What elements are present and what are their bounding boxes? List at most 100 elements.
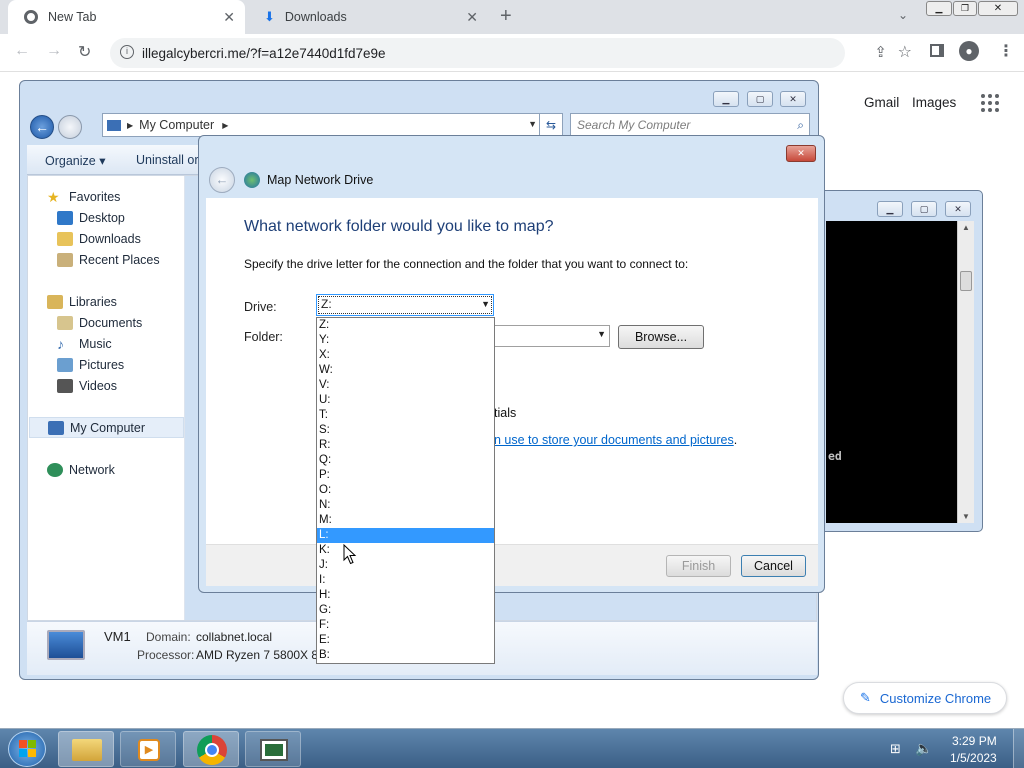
address-bar[interactable]: i illegalcybercri.me/?f=a12e7440d1fd7e9e… — [110, 38, 912, 68]
drive-option[interactable]: O: — [317, 483, 494, 498]
nav-network[interactable]: Network — [47, 459, 115, 480]
chevron-down-icon[interactable]: ▼ — [481, 295, 490, 314]
back-icon[interactable]: ← — [30, 115, 54, 139]
nav-documents[interactable]: Documents — [57, 312, 142, 333]
browse-button[interactable]: Browse... — [618, 325, 704, 349]
drive-option[interactable]: P: — [317, 468, 494, 483]
drive-option[interactable]: M: — [317, 513, 494, 528]
drive-option[interactable]: Z: — [317, 318, 494, 333]
search-input[interactable]: Search My Computer ⌕ — [570, 113, 810, 137]
scroll-down-icon[interactable]: ▼ — [962, 512, 970, 521]
apps-grid-icon[interactable] — [981, 94, 999, 112]
finish-button[interactable]: Finish — [666, 555, 731, 577]
close-icon[interactable]: ✕ — [780, 91, 806, 107]
close-tab-icon[interactable]: ✕ — [223, 9, 235, 26]
drive-option[interactable]: H: — [317, 588, 494, 603]
new-tab-icon[interactable]: + — [500, 5, 512, 28]
music-icon: ♪ — [57, 335, 64, 352]
scroll-thumb[interactable] — [960, 271, 972, 291]
nav-music[interactable]: ♪ Music — [57, 333, 112, 354]
taskbar-explorer-button[interactable] — [58, 731, 114, 767]
drive-option[interactable]: Q: — [317, 453, 494, 468]
drive-option[interactable]: Y: — [317, 333, 494, 348]
browser-toolbar: ← → ↻ i illegalcybercri.me/?f=a12e7440d1… — [0, 34, 1024, 72]
drive-option[interactable]: U: — [317, 393, 494, 408]
gmail-link[interactable]: Gmail — [864, 95, 899, 110]
close-tab-icon[interactable]: ✕ — [466, 9, 478, 26]
credentials-checkbox-label[interactable]: tials — [494, 406, 516, 420]
documents-icon — [57, 315, 73, 330]
drive-dropdown-list[interactable]: Z: Y: X: W: V: U: T: S: R: Q: P: O: N: M: L: K: J: I: H: G:… — [316, 317, 495, 664]
share-icon[interactable]: ⇪ — [874, 43, 887, 61]
nav-libraries[interactable]: Libraries — [47, 291, 117, 312]
nav-videos[interactable]: Videos — [57, 375, 117, 396]
drive-option[interactable]: G: — [317, 603, 494, 618]
clock-date[interactable]: 1/5/2023 — [950, 751, 997, 765]
drive-option[interactable]: V: — [317, 378, 494, 393]
start-button[interactable] — [8, 731, 46, 767]
images-link[interactable]: Images — [912, 95, 956, 110]
breadcrumb[interactable]: My Computer — [139, 118, 214, 132]
minimize-icon[interactable]: ▁ — [877, 201, 903, 217]
close-icon[interactable]: ✕ — [945, 201, 971, 217]
cancel-button[interactable]: Cancel — [741, 555, 806, 577]
maximize-icon[interactable]: ▢ — [747, 91, 773, 107]
drive-option[interactable]: X: — [317, 348, 494, 363]
close-window-icon[interactable]: ✕ — [978, 1, 1018, 16]
taskbar-chrome-button[interactable] — [183, 731, 239, 767]
drive-option[interactable]: S: — [317, 423, 494, 438]
clock-time[interactable]: 3:29 PM — [952, 734, 997, 748]
bookmark-star-icon[interactable]: ☆ — [898, 42, 912, 62]
menu-kebab-icon[interactable]: ⋮ — [998, 41, 1014, 61]
drive-option[interactable]: R: — [317, 438, 494, 453]
chevron-down-icon[interactable]: ▼ — [597, 329, 606, 339]
dialog-footer: Finish Cancel — [206, 544, 818, 586]
uninstall-button[interactable]: Uninstall or — [136, 153, 199, 167]
chevron-down-icon[interactable]: ▼ — [528, 119, 537, 129]
network-tray-icon[interactable]: ⊞ — [890, 741, 901, 757]
back-icon[interactable]: ← — [209, 167, 235, 193]
drive-option[interactable]: F: — [317, 618, 494, 633]
drive-option[interactable]: E: — [317, 633, 494, 648]
taskbar-console-button[interactable] — [245, 731, 301, 767]
nav-desktop[interactable]: Desktop — [57, 207, 125, 228]
drive-option[interactable]: B: — [317, 648, 494, 663]
minimize-icon[interactable]: ▁ — [713, 91, 739, 107]
drive-select[interactable]: Z: ▼ — [316, 294, 494, 316]
close-icon[interactable]: ✕ — [786, 145, 816, 162]
customize-chrome-button[interactable]: ✎ Customize Chrome — [843, 682, 1007, 714]
search-placeholder: Search My Computer — [577, 118, 691, 132]
forward-icon[interactable]: → — [46, 42, 62, 60]
refresh-icon[interactable]: ⇆ — [539, 113, 563, 137]
drive-option[interactable]: T: — [317, 408, 494, 423]
profile-icon[interactable]: ● — [959, 41, 979, 61]
volume-icon[interactable]: 🔈 — [915, 740, 932, 757]
nav-favorites[interactable]: ★ Favorites — [47, 186, 120, 207]
nav-recent-places[interactable]: Recent Places — [57, 249, 160, 270]
drive-option[interactable]: I: — [317, 573, 494, 588]
address-bar[interactable]: ▶ My Computer ▶ ▼ — [102, 113, 542, 137]
back-icon[interactable]: ← — [14, 42, 30, 60]
drive-option[interactable]: L: — [317, 528, 494, 543]
show-desktop-button[interactable] — [1013, 729, 1024, 768]
drive-option[interactable]: W: — [317, 363, 494, 378]
tab-new-tab[interactable]: New Tab ✕ — [8, 0, 245, 34]
nav-downloads[interactable]: Downloads — [57, 228, 141, 249]
site-info-icon[interactable]: i — [120, 45, 134, 59]
tab-downloads[interactable]: ⬇ Downloads ✕ — [248, 0, 488, 34]
forward-icon[interactable] — [58, 115, 82, 139]
taskbar-media-player-button[interactable]: ▶ — [120, 731, 176, 767]
storage-link[interactable]: n use to store your documents and pictur… — [494, 433, 737, 447]
scroll-up-icon[interactable]: ▲ — [962, 223, 970, 232]
minimize-icon[interactable]: ▁ — [926, 1, 952, 16]
console-scrollbar[interactable]: ▲ ▼ — [957, 221, 974, 523]
nav-pictures[interactable]: Pictures — [57, 354, 124, 375]
reload-icon[interactable]: ↻ — [78, 42, 91, 62]
nav-my-computer[interactable]: My Computer — [29, 417, 184, 438]
maximize-icon[interactable]: ▢ — [911, 201, 937, 217]
tab-search-icon[interactable]: ⌄ — [898, 8, 908, 22]
drive-option[interactable]: N: — [317, 498, 494, 513]
organize-button[interactable]: Organize ▾ — [45, 153, 105, 168]
side-panel-icon[interactable] — [930, 44, 944, 57]
restore-icon[interactable]: ❐ — [953, 1, 977, 16]
